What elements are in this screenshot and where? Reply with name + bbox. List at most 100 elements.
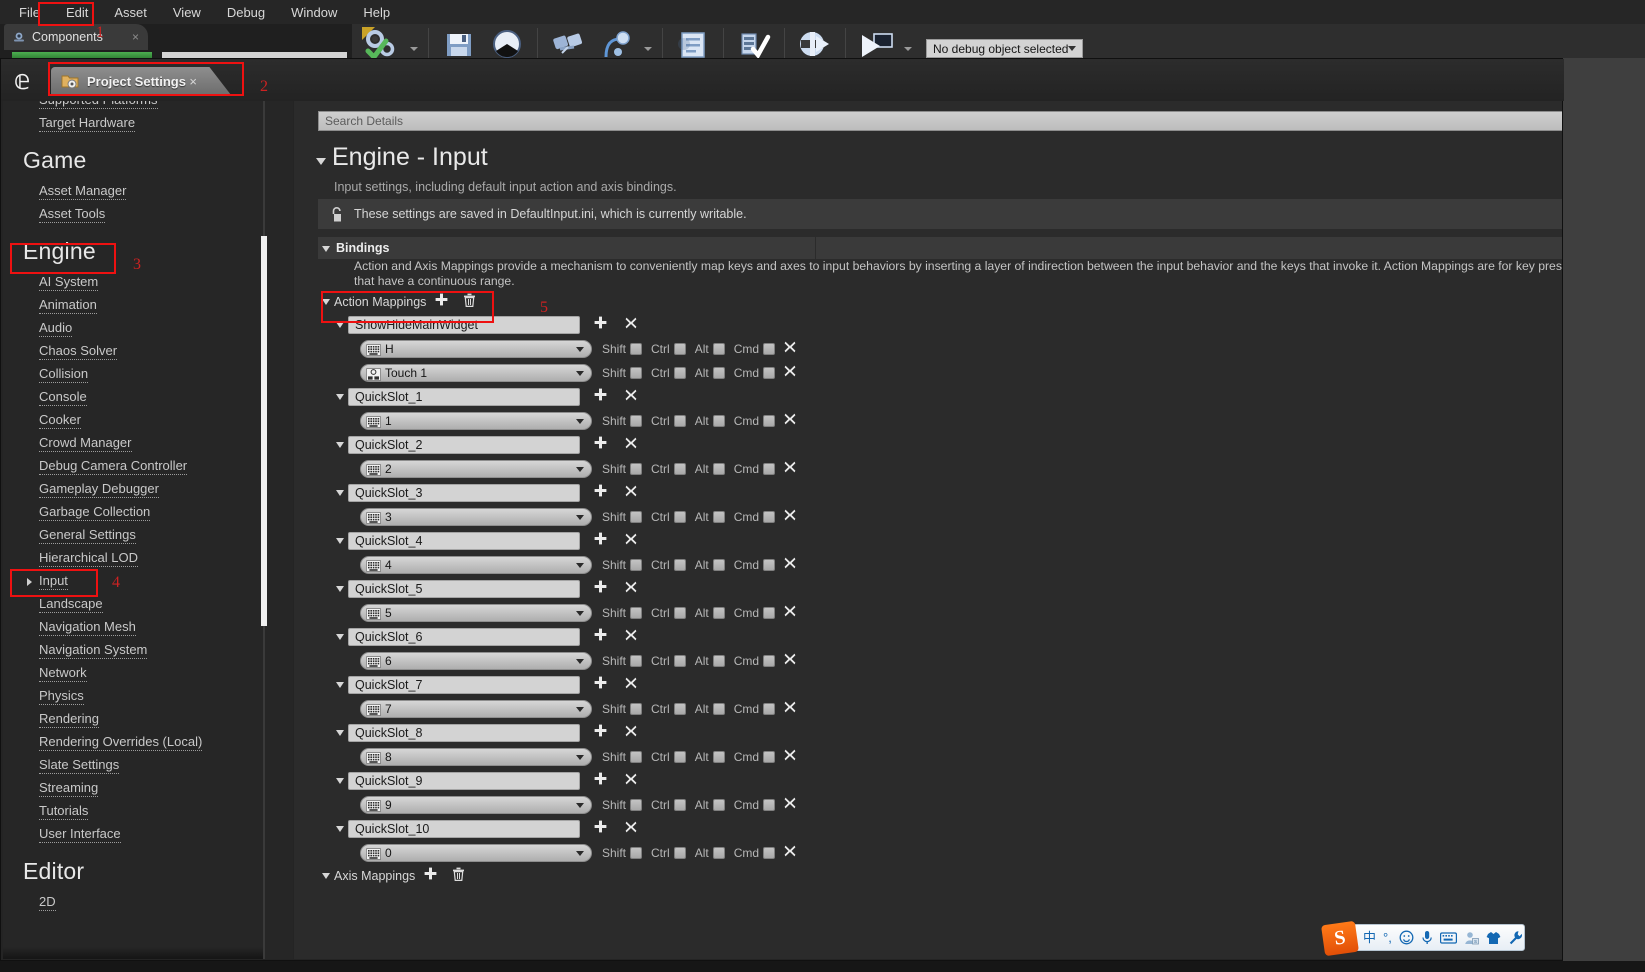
key-selector-combo[interactable]: 0 — [360, 844, 592, 862]
class-defaults-icon[interactable] — [673, 27, 713, 61]
action-mapping-collapse-icon[interactable] — [336, 442, 344, 448]
plus-icon[interactable] — [435, 293, 448, 306]
skin-shirt-icon[interactable] — [1486, 931, 1501, 945]
action-mapping-remove-button[interactable] — [625, 316, 637, 334]
action-mapping-add-key-button[interactable] — [594, 580, 607, 598]
key-remove-button[interactable] — [784, 700, 796, 718]
compile-icon[interactable] — [362, 27, 402, 61]
modifier-checkbox-shift[interactable] — [630, 463, 643, 475]
action-mapping-add-key-button[interactable] — [594, 676, 607, 694]
tab-components-close-icon[interactable]: × — [132, 30, 139, 44]
collapse-triangle-icon[interactable] — [316, 158, 326, 165]
modifier-checkbox-ctrl[interactable] — [673, 559, 686, 571]
modifier-checkbox-shift[interactable] — [630, 799, 643, 811]
key-selector-combo[interactable]: H — [360, 340, 592, 358]
sidebar-item-hierarchical-lod[interactable]: Hierarchical LOD — [3, 547, 293, 570]
action-mapping-remove-button[interactable] — [625, 772, 637, 790]
modifier-checkbox-shift[interactable] — [630, 343, 643, 355]
action-mapping-remove-button[interactable] — [625, 628, 637, 646]
cross-icon[interactable] — [625, 725, 637, 737]
modifier-checkbox-shift[interactable] — [630, 607, 643, 619]
sidebar-item-navigation-system[interactable]: Navigation System — [3, 639, 293, 662]
axis-mappings-collapse-icon[interactable] — [322, 873, 330, 879]
sidebar-item-crowd-manager[interactable]: Crowd Manager — [3, 432, 293, 455]
class-settings-list-icon[interactable] — [734, 27, 774, 61]
plus-icon[interactable] — [594, 676, 607, 689]
plus-icon[interactable] — [594, 388, 607, 401]
modifier-checkbox-cmd[interactable] — [763, 655, 776, 667]
sidebar-item-user-interface[interactable]: User Interface — [3, 823, 293, 846]
bindings-collapse-icon[interactable] — [322, 246, 330, 252]
sidebar-scrollbar-thumb[interactable] — [261, 236, 267, 626]
key-selector-combo[interactable]: 3 — [360, 508, 592, 526]
modifier-checkbox-shift[interactable] — [630, 559, 643, 571]
key-selector-combo[interactable]: 5 — [360, 604, 592, 622]
plus-icon[interactable] — [594, 316, 607, 329]
modifier-checkbox-ctrl[interactable] — [673, 751, 686, 763]
menu-item-window[interactable]: Window — [278, 2, 350, 23]
sidebar-item-rendering[interactable]: Rendering — [3, 708, 293, 731]
key-remove-button[interactable] — [784, 652, 796, 670]
plus-icon[interactable] — [594, 628, 607, 641]
action-mapping-remove-button[interactable] — [625, 484, 637, 502]
modifier-checkbox-alt[interactable] — [712, 415, 725, 427]
cross-icon[interactable] — [625, 581, 637, 593]
action-mappings-header[interactable]: Action Mappings — [318, 291, 1562, 313]
modifier-checkbox-shift[interactable] — [630, 847, 643, 859]
key-selector-combo[interactable]: 4 — [360, 556, 592, 574]
modifier-checkbox-alt[interactable] — [712, 703, 725, 715]
tab-project-settings[interactable]: Project Settings × — [51, 67, 231, 95]
cross-icon[interactable] — [625, 629, 637, 641]
action-mapping-add-key-button[interactable] — [594, 724, 607, 742]
play-icon[interactable] — [856, 27, 896, 61]
action-mapping-add-key-button[interactable] — [594, 484, 607, 502]
modifier-checkbox-cmd[interactable] — [763, 415, 776, 427]
smiley-icon[interactable] — [1399, 930, 1414, 945]
sidebar-item-landscape[interactable]: Landscape — [3, 593, 293, 616]
modifier-checkbox-alt[interactable] — [712, 511, 725, 523]
modifier-checkbox-alt[interactable] — [712, 751, 725, 763]
modifier-checkbox-alt[interactable] — [712, 607, 725, 619]
play-dropdown-caret[interactable] — [904, 47, 912, 55]
key-remove-button[interactable] — [784, 844, 796, 862]
menu-item-file[interactable]: File — [6, 2, 53, 23]
sidebar-item-target-hardware[interactable]: Target Hardware — [3, 112, 293, 135]
sidebar-item-tutorials[interactable]: Tutorials — [3, 800, 293, 823]
cross-icon[interactable] — [625, 677, 637, 689]
action-mapping-collapse-icon[interactable] — [336, 682, 344, 688]
simulation-icon[interactable] — [795, 27, 835, 61]
cross-icon[interactable] — [625, 773, 637, 785]
action-mapping-name-input[interactable]: QuickSlot_3 — [348, 484, 580, 502]
trash-icon[interactable] — [463, 293, 476, 307]
class-settings-icon[interactable] — [596, 27, 636, 61]
action-mapping-remove-button[interactable] — [625, 724, 637, 742]
modifier-checkbox-shift[interactable] — [630, 751, 643, 763]
ime-chinese-mode[interactable]: 中 — [1363, 931, 1376, 944]
cross-icon[interactable] — [784, 365, 796, 377]
action-mapping-name-input[interactable]: QuickSlot_10 — [348, 820, 580, 838]
modifier-checkbox-alt[interactable] — [712, 847, 725, 859]
sidebar-item-asset-tools[interactable]: Asset Tools — [3, 203, 293, 226]
modifier-checkbox-cmd[interactable] — [763, 367, 776, 379]
sidebar-item-supported-platforms[interactable]: Supported Platforms — [3, 101, 293, 112]
action-mapping-name-input[interactable]: QuickSlot_1 — [348, 388, 580, 406]
action-mapping-remove-button[interactable] — [625, 676, 637, 694]
menu-item-asset[interactable]: Asset — [101, 2, 160, 23]
action-mapping-name-input[interactable]: QuickSlot_4 — [348, 532, 580, 550]
action-mapping-add-key-button[interactable] — [594, 316, 607, 334]
sidebar-item-audio[interactable]: Audio — [3, 317, 293, 340]
cross-icon[interactable] — [784, 605, 796, 617]
key-remove-button[interactable] — [784, 412, 796, 430]
key-selector-combo[interactable]: 6 — [360, 652, 592, 670]
search-details-input[interactable]: Search Details — [318, 111, 1562, 131]
sidebar-item-slate-settings[interactable]: Slate Settings — [3, 754, 293, 777]
sidebar-item-animation[interactable]: Animation — [3, 294, 293, 317]
microphone-icon[interactable] — [1421, 930, 1433, 945]
modifier-checkbox-cmd[interactable] — [763, 559, 776, 571]
cross-icon[interactable] — [625, 437, 637, 449]
action-mapping-remove-button[interactable] — [625, 388, 637, 406]
modifier-checkbox-shift[interactable] — [630, 367, 643, 379]
plus-icon[interactable] — [594, 580, 607, 593]
action-mapping-collapse-icon[interactable] — [336, 634, 344, 640]
modifier-checkbox-ctrl[interactable] — [673, 847, 686, 859]
